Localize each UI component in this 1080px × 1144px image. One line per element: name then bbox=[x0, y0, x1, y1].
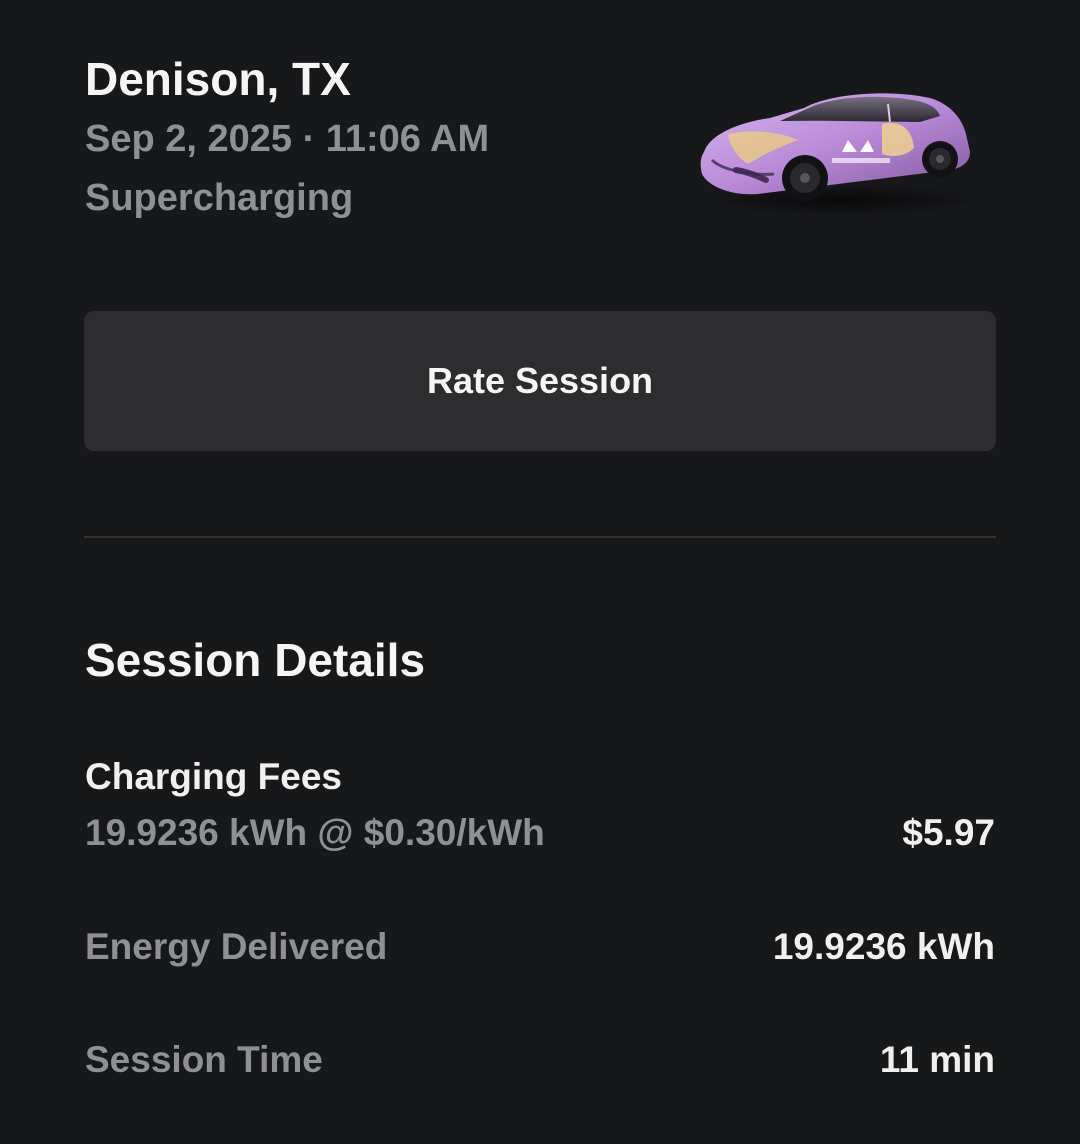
energy-delivered-value: 19.9236 kWh bbox=[772, 926, 995, 967]
section-divider bbox=[84, 536, 996, 538]
charging-fees-detail: 19.9236 kWh @ $0.30/kWh bbox=[85, 812, 545, 853]
session-details-heading: Session Details bbox=[85, 634, 426, 686]
session-type: Supercharging bbox=[85, 177, 354, 219]
energy-delivered-label: Energy Delivered bbox=[85, 926, 388, 967]
session-time-label: Session Time bbox=[85, 1039, 323, 1080]
charging-fees-label: Charging Fees bbox=[85, 756, 342, 797]
rate-session-button[interactable]: Rate Session bbox=[84, 311, 996, 451]
session-datetime: Sep 2, 2025 · 11:06 AM bbox=[85, 118, 490, 160]
session-time-value: 11 min bbox=[879, 1039, 995, 1080]
location-title: Denison, TX bbox=[85, 53, 351, 105]
vehicle-image bbox=[700, 93, 982, 216]
charging-fees-amount: $5.97 bbox=[902, 812, 995, 853]
